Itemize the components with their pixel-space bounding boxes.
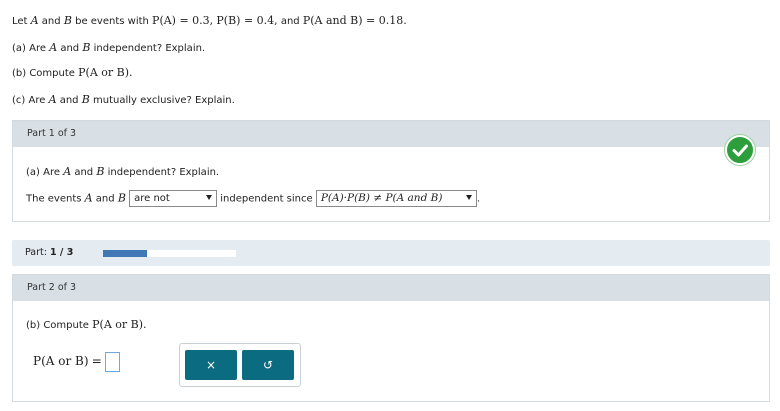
part1-answer-row: The events A and B are not independent s… [26, 190, 480, 207]
reason-dropdown[interactable]: P(A)·P(B) ≠ P(A and B) [315, 190, 477, 207]
chevron-down-icon [465, 195, 472, 200]
progress-label-text: Part: [25, 247, 47, 258]
part2-question-prefix: (b) Compute [26, 320, 89, 331]
given-pa: P(A) = 0.3, [152, 14, 214, 27]
and-word: and [60, 43, 80, 54]
math-toolbar: × ↺ [179, 343, 301, 387]
independence-dropdown[interactable]: are not [129, 190, 218, 207]
question-b-expr: P(A or B). [78, 66, 133, 79]
reason-dropdown-value: P(A)·P(B) ≠ P(A and B) [320, 192, 443, 204]
part1-question: (a) Are A and B independent? Explain. [26, 165, 219, 178]
answer-expression: P(A or B) = [33, 352, 120, 372]
given-pab: P(A and B) = 0.18. [302, 14, 407, 27]
middle-text: independent since [220, 193, 313, 205]
part1-panel: Part 1 of 3 (a) Are A and B independent?… [12, 120, 770, 222]
var-b: B [82, 41, 91, 54]
var-b: B [81, 93, 90, 106]
part2-question: (b) Compute P(A or B). [26, 318, 147, 331]
progress-fill [103, 250, 147, 257]
question-b: (b) Compute P(A or B). [12, 66, 133, 79]
answer-prefix: The events [26, 193, 82, 205]
clear-button[interactable]: × [185, 350, 237, 380]
undo-icon: ↺ [262, 358, 274, 372]
answer-input[interactable] [104, 352, 120, 372]
progress-label: Part: 1 / 3 [25, 240, 73, 266]
given-pb: P(B) = 0.4, [216, 14, 278, 27]
answer-lhs: P(A or B) [33, 354, 89, 368]
close-icon: × [205, 358, 217, 372]
question-c-prefix: (c) Are [12, 95, 46, 106]
var-b: B [117, 191, 126, 205]
progress-track [103, 250, 236, 257]
part1-question-prefix: (a) Are [26, 167, 60, 178]
question-a-prefix: (a) Are [12, 43, 46, 54]
and-word: and [59, 95, 79, 106]
var-a: A [30, 14, 39, 27]
correct-check-icon [725, 135, 755, 165]
independence-dropdown-value: are not [134, 193, 170, 204]
var-a: A [84, 191, 93, 205]
part2-panel: Part 2 of 3 (b) Compute P(A or B). P(A o… [12, 274, 770, 402]
and-word: and [41, 16, 61, 27]
progress-value: 1 / 3 [50, 247, 74, 258]
given-pab-prefix: and [280, 16, 300, 27]
intro-events: be events with [75, 16, 149, 27]
chevron-down-icon [206, 195, 213, 200]
question-c: (c) Are A and B mutually exclusive? Expl… [12, 93, 235, 106]
undo-button[interactable]: ↺ [242, 350, 294, 380]
question-a: (a) Are A and B independent? Explain. [12, 41, 205, 54]
end-period: . [476, 193, 481, 205]
var-b: B [96, 165, 105, 178]
equals-sign: = [91, 354, 102, 368]
problem-intro: Let A and B be events with P(A) = 0.3, P… [12, 14, 407, 27]
and-word: and [74, 167, 94, 178]
checkmark-icon [732, 144, 748, 157]
and-word: and [95, 193, 115, 205]
progress-bar: Part: 1 / 3 [12, 240, 770, 266]
part1-header: Part 1 of 3 [13, 121, 769, 147]
part1-question-suffix: independent? Explain. [107, 167, 220, 178]
var-b: B [63, 14, 72, 27]
intro-prefix: Let [12, 16, 28, 27]
question-c-suffix: mutually exclusive? Explain. [93, 95, 235, 106]
part2-header: Part 2 of 3 [13, 275, 769, 301]
part2-question-expr: P(A or B). [92, 318, 147, 331]
var-a: A [48, 93, 57, 106]
var-a: A [63, 165, 72, 178]
var-a: A [49, 41, 58, 54]
question-b-prefix: (b) Compute [12, 68, 75, 79]
question-a-suffix: independent? Explain. [93, 43, 206, 54]
